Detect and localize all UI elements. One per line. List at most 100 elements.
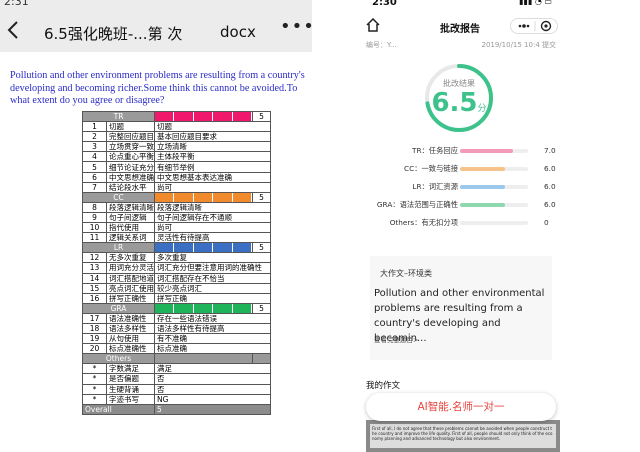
- rubric-row: * 生硬背诵否: [82, 383, 272, 395]
- rubric-item-name: 立场贯穿一致: [105, 141, 156, 153]
- rubric-item-comment: 尚可: [154, 181, 272, 193]
- essay-image[interactable]: First of all, I do not agree that these …: [366, 420, 560, 452]
- back-arrow-icon[interactable]: [6, 20, 22, 40]
- question-card[interactable]: 大作文–环境类 Pollution and other environmenta…: [370, 256, 552, 360]
- criterion-label: TR：任务回应: [411, 146, 458, 155]
- score-bar-segment: [155, 112, 175, 121]
- rubric-item-name: 结论段水平: [105, 181, 156, 193]
- criterion-track: [460, 185, 528, 189]
- rubric-item-number: 7: [82, 181, 107, 193]
- rubric-row: * 是否偏题否: [82, 373, 272, 385]
- rubric-item-number: 11: [82, 232, 107, 244]
- rubric-section-name: Others: [81, 353, 156, 365]
- rubric-row: 15 亮点词汇使用 较少亮点词汇: [82, 282, 272, 294]
- view-full-question-link[interactable]: 查看完整题目>: [374, 334, 418, 344]
- criterion-fill: [460, 149, 514, 153]
- report-id: 编号：Y...: [366, 41, 397, 49]
- score-bar-segment: [213, 112, 233, 121]
- rubric-section-score: 5: [252, 191, 272, 203]
- rubric-section-header: LR 5: [81, 242, 272, 254]
- score-bar-segment: [155, 304, 175, 313]
- criterion-row: TR：任务回应 7.0: [362, 146, 562, 158]
- rubric-item-name: 逻辑关系词: [105, 232, 156, 244]
- document-viewer-pane: 2:31 6.5强化晚班-...第 次 docx ••• Pollution a…: [0, 0, 312, 452]
- rubric-row: 19 从句使用 有不准确: [82, 333, 272, 345]
- rubric-overall-row: Overall 5: [81, 403, 272, 415]
- rubric-item-number: 14: [82, 272, 107, 284]
- rubric-row: * 字数满足 满足: [82, 363, 272, 375]
- rubric-item-number: 10: [82, 222, 107, 234]
- rubric-row: 3 立场贯穿一致 立场清晰: [82, 141, 272, 153]
- rubric-item-name: 句子间逻辑: [105, 211, 156, 224]
- score-bar-segment: [232, 304, 252, 313]
- rubric-section-bars: [154, 110, 254, 123]
- rubric-row: 14 词汇搭配地道 词汇搭配存在不恰当: [82, 272, 272, 284]
- criterion-value: 6.0: [544, 182, 556, 191]
- rubric-item-comment: 词汇充分但要注意用词的准确性: [154, 262, 272, 274]
- score-bar-segment: [232, 193, 252, 202]
- criterion-track: [460, 221, 528, 225]
- rubric-item-number: 17: [82, 312, 107, 324]
- grading-report-pane: 2:30 ▮▮▮ ◔ ▭ 批改报告 编号：Y... 2019/10/15 10:…: [362, 0, 562, 452]
- score-bar-segment: [213, 243, 233, 252]
- rubric-overall-label: Overall: [81, 403, 156, 415]
- rubric-item-comment: 拼写正确: [154, 292, 272, 304]
- rubric-row: 12 无多次重复 多次重复: [82, 252, 272, 264]
- criterion-fill: [460, 185, 505, 189]
- rubric-item-name: 标点准确性: [105, 343, 156, 355]
- rubric-item-number: 20: [82, 343, 107, 355]
- rubric-item-number: 6: [82, 171, 107, 183]
- criterion-label: Others：有无扣分项: [389, 218, 458, 227]
- status-icons: ▮▮▮ ◔ ▭: [519, 0, 552, 6]
- rubric-section-score: 5: [252, 110, 272, 123]
- score-bar-segment: [155, 193, 175, 202]
- rubric-item-number: 2: [82, 131, 107, 143]
- home-icon[interactable]: [366, 18, 380, 32]
- rubric-item-comment: 灵活性有待提高: [154, 232, 272, 244]
- rubric-item-name: 完整回应题目: [105, 131, 156, 143]
- rubric-item-name: 词汇搭配地道: [105, 272, 156, 284]
- rubric-item-number: 13: [82, 262, 107, 274]
- rubric-item-name: 切题: [105, 121, 156, 133]
- criterion-value: 6.0: [544, 200, 556, 209]
- screenshot-stage: 2:31 6.5强化晚班-...第 次 docx ••• Pollution a…: [0, 0, 640, 452]
- score-bar: [155, 112, 252, 121]
- rubric-item-comment: 切题: [154, 121, 272, 133]
- score-bar-segment: [155, 243, 175, 252]
- rubric-item-name: 是否偏题: [105, 373, 156, 385]
- question-category-tag: 大作文–环境类: [380, 269, 432, 278]
- criterion-fill: [460, 203, 505, 207]
- score-bar-segment: [193, 304, 214, 313]
- rubric-item-name: 亮点词汇使用: [105, 282, 156, 294]
- ai-tutor-button[interactable]: AI智能.名师一对一: [366, 393, 556, 421]
- rubric-overall-score: 5: [154, 403, 272, 415]
- rubric-item-comment: 立场清晰: [154, 141, 272, 153]
- rubric-row: * 字迹书写 NG: [82, 393, 272, 405]
- rubric-item-number: 5: [82, 161, 107, 173]
- rubric-table: TR 5 1 切题 切题 2 完整回应题目 基本回应题目要求 3 立场贯穿一致 立场清晰 4 论点重心平…: [81, 110, 272, 415]
- rubric-row: 1 切题 切题: [82, 121, 272, 133]
- document-nav-bar: 6.5强化晚班-...第 次 docx •••: [0, 10, 312, 52]
- rubric-section-name: CC: [81, 191, 156, 203]
- rubric-item-name: 细节论证充分: [105, 161, 156, 173]
- rubric-item-comment: 基本回应题目要求: [154, 131, 272, 143]
- rubric-row: 5 细节论证充分 有细节举例: [82, 161, 272, 173]
- essay-image-text: First of all, I do not agree that these …: [370, 424, 556, 448]
- rubric-row: 18 语法多样性 语法多样性有待提高: [82, 322, 272, 335]
- rubric-item-name: 指代使用: [105, 222, 156, 234]
- score-bar-segment: [193, 112, 214, 121]
- more-options-icon[interactable]: •••: [280, 16, 312, 37]
- rubric-item-number: 16: [82, 292, 107, 304]
- score-bar: [155, 304, 252, 313]
- rubric-item-name: 字迹书写: [105, 393, 156, 405]
- status-bar: 2:31: [0, 0, 312, 10]
- rubric-item-number: 15: [82, 282, 107, 294]
- rubric-row: 4 论点重心平衡 主体段平衡: [82, 151, 272, 163]
- rubric-item-name: 无多次重复: [105, 252, 156, 264]
- rubric-section-bars: [154, 191, 254, 203]
- rubric-row: 8 段落逻辑清晰 段落逻辑清晰: [82, 201, 272, 213]
- miniprogram-capsule[interactable]: [510, 18, 558, 34]
- overall-score-value: 6.5: [431, 88, 478, 118]
- rubric-item-number: *: [82, 363, 107, 375]
- criterion-track: [460, 167, 528, 171]
